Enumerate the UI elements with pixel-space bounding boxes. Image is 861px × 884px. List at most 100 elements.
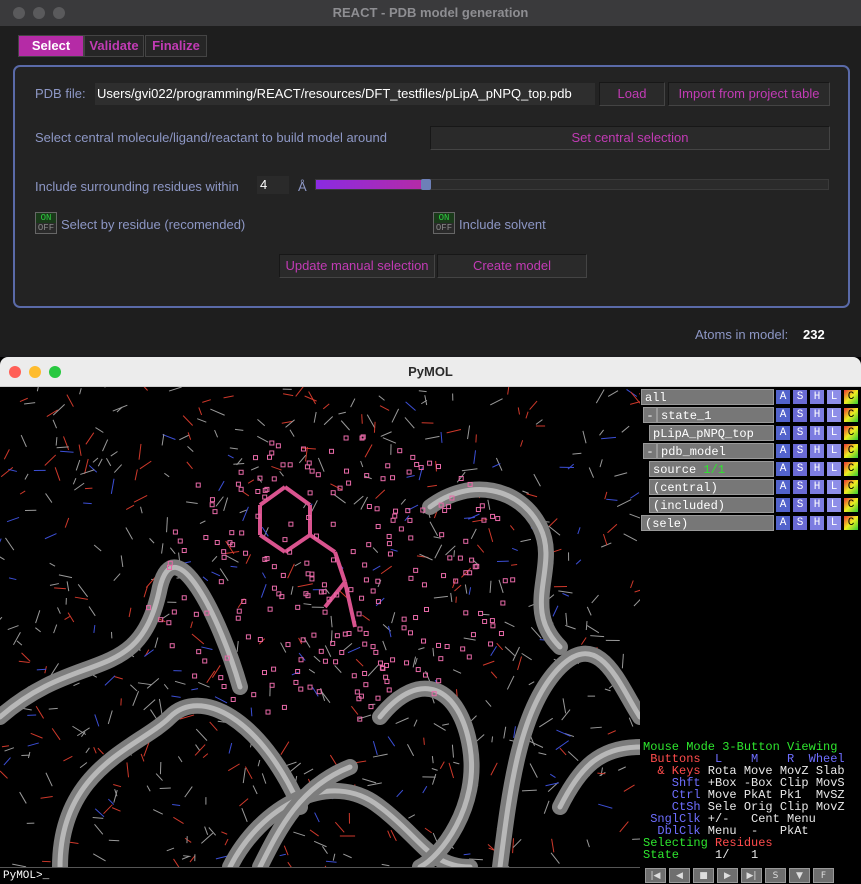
- pymol-titlebar: PyMOL: [0, 357, 861, 387]
- central-selection-label: Select central molecule/ligand/reactant …: [35, 130, 387, 145]
- object-action-a-button[interactable]: A: [775, 443, 791, 459]
- object-action-a-button[interactable]: A: [775, 497, 791, 513]
- set-central-selection-button[interactable]: Set central selection: [430, 126, 830, 150]
- collapse-toggle[interactable]: -: [643, 407, 657, 423]
- object-action-h-button[interactable]: H: [809, 407, 825, 423]
- pdb-file-field[interactable]: Users/gvi022/programming/REACT/resources…: [95, 83, 595, 105]
- object-name[interactable]: all: [641, 389, 774, 405]
- movie-control-button[interactable]: ▼: [789, 868, 810, 883]
- molecular-viewport[interactable]: [0, 387, 640, 867]
- include-solvent-toggle[interactable]: ON OFF: [433, 212, 455, 234]
- object-row: - state_1 A S H L C: [641, 407, 861, 424]
- toggle-off-text: OFF: [435, 223, 453, 233]
- import-from-project-table-button[interactable]: Import from project table: [668, 82, 830, 106]
- object-action-h-button[interactable]: H: [809, 497, 825, 513]
- movie-control-button[interactable]: ▶: [717, 868, 738, 883]
- object-action-c-button[interactable]: C: [843, 479, 859, 495]
- select-by-residue-label: Select by residue (recomended): [61, 217, 246, 232]
- object-action-l-button[interactable]: L: [826, 407, 842, 423]
- object-name[interactable]: (included): [649, 497, 774, 513]
- object-name[interactable]: state_1: [657, 407, 774, 423]
- tab-select[interactable]: Select: [18, 35, 84, 57]
- object-action-s-button[interactable]: S: [792, 461, 808, 477]
- object-name[interactable]: pdb_model: [657, 443, 774, 459]
- object-action-l-button[interactable]: L: [826, 443, 842, 459]
- radius-input[interactable]: 4: [257, 176, 289, 194]
- object-action-a-button[interactable]: A: [775, 407, 791, 423]
- object-action-c-button[interactable]: C: [843, 497, 859, 513]
- load-button[interactable]: Load: [599, 82, 665, 106]
- object-action-c-button[interactable]: C: [843, 425, 859, 441]
- radius-slider[interactable]: [315, 179, 829, 190]
- object-action-l-button[interactable]: L: [826, 515, 842, 531]
- object-name[interactable]: (sele): [641, 515, 774, 531]
- object-action-l-button[interactable]: L: [826, 389, 842, 405]
- object-row: pLipA_pNPQ_top A S H L C: [641, 425, 861, 442]
- toggle-off-text: OFF: [37, 223, 55, 233]
- mouse-mode-info[interactable]: Mouse Mode 3-Button Viewing Buttons L M …: [641, 739, 861, 867]
- object-name[interactable]: pLipA_pNPQ_top: [649, 425, 774, 441]
- radius-slider-handle[interactable]: [420, 179, 431, 190]
- object-action-c-button[interactable]: C: [843, 407, 859, 423]
- object-panel: all A S H L C - state_1 A S H L CpLipA_pNPQ_top A S H L C…: [641, 387, 861, 739]
- movie-control-button[interactable]: |◀: [645, 868, 666, 883]
- object-action-s-button[interactable]: S: [792, 425, 808, 441]
- object-action-s-button[interactable]: S: [792, 479, 808, 495]
- movie-control-button[interactable]: ◀: [669, 868, 690, 883]
- object-action-s-button[interactable]: S: [792, 407, 808, 423]
- object-action-h-button[interactable]: H: [809, 461, 825, 477]
- select-by-residue-toggle[interactable]: ON OFF: [35, 212, 57, 234]
- object-action-a-button[interactable]: A: [775, 425, 791, 441]
- object-action-h-button[interactable]: H: [809, 479, 825, 495]
- radius-slider-fill: [316, 180, 424, 189]
- toggle-on-text: ON: [434, 213, 454, 223]
- object-action-l-button[interactable]: L: [826, 425, 842, 441]
- react-window: REACT - PDB model generation Select Vali…: [0, 0, 861, 355]
- object-action-s-button[interactable]: S: [792, 497, 808, 513]
- movie-control-button[interactable]: ▶|: [741, 868, 762, 883]
- tab-validate[interactable]: Validate: [84, 35, 144, 57]
- object-action-l-button[interactable]: L: [826, 479, 842, 495]
- object-row: (included) A S H L C: [641, 497, 861, 514]
- tab-finalize[interactable]: Finalize: [145, 35, 207, 57]
- object-action-l-button[interactable]: L: [826, 461, 842, 477]
- object-row: source 1/1 A S H L C: [641, 461, 861, 478]
- object-action-c-button[interactable]: C: [843, 461, 859, 477]
- collapse-toggle[interactable]: -: [643, 443, 657, 459]
- toggle-on-text: ON: [36, 213, 56, 223]
- window-title: REACT - PDB model generation: [332, 5, 529, 20]
- object-action-s-button[interactable]: S: [792, 515, 808, 531]
- object-row: - pdb_model A S H L C: [641, 443, 861, 460]
- window-title: PyMOL: [408, 364, 453, 379]
- object-action-s-button[interactable]: S: [792, 389, 808, 405]
- object-action-c-button[interactable]: C: [843, 515, 859, 531]
- object-action-c-button[interactable]: C: [843, 389, 859, 405]
- object-action-h-button[interactable]: H: [809, 389, 825, 405]
- object-action-l-button[interactable]: L: [826, 497, 842, 513]
- command-line-input[interactable]: PyMOL>_: [0, 867, 640, 884]
- object-action-a-button[interactable]: A: [775, 389, 791, 405]
- react-titlebar: REACT - PDB model generation: [0, 0, 861, 26]
- movie-control-button[interactable]: F: [813, 868, 834, 883]
- atoms-in-model-value: 232: [803, 327, 825, 342]
- object-name[interactable]: source 1/1: [649, 461, 774, 477]
- create-model-button[interactable]: Create model: [437, 254, 587, 278]
- object-action-h-button[interactable]: H: [809, 515, 825, 531]
- object-action-c-button[interactable]: C: [843, 443, 859, 459]
- object-action-s-button[interactable]: S: [792, 443, 808, 459]
- molecule-render: [0, 387, 640, 867]
- select-panel: PDB file: Users/gvi022/programming/REACT…: [13, 65, 850, 308]
- movie-control-button[interactable]: S: [765, 868, 786, 883]
- object-action-a-button[interactable]: A: [775, 479, 791, 495]
- atoms-in-model-label: Atoms in model:: [695, 327, 789, 342]
- movie-controls: |◀ ◀ ■ ▶ ▶| S ▼ F: [641, 867, 861, 884]
- object-action-a-button[interactable]: A: [775, 461, 791, 477]
- object-action-h-button[interactable]: H: [809, 443, 825, 459]
- movie-control-button[interactable]: ■: [693, 868, 714, 883]
- object-action-a-button[interactable]: A: [775, 515, 791, 531]
- object-action-h-button[interactable]: H: [809, 425, 825, 441]
- update-manual-selection-button[interactable]: Update manual selection: [279, 254, 435, 278]
- pdb-file-label: PDB file:: [35, 86, 86, 101]
- include-solvent-label: Include solvent: [459, 217, 546, 232]
- object-name[interactable]: (central): [649, 479, 774, 495]
